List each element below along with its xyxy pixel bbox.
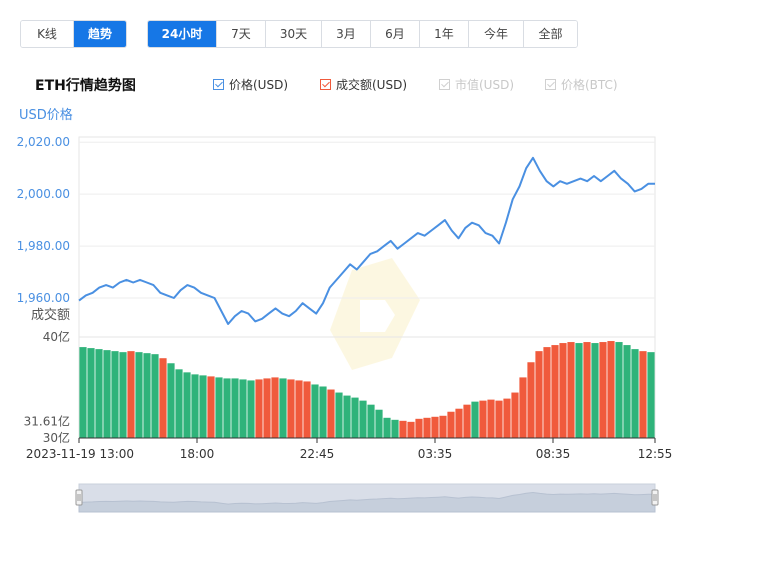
volume-bar bbox=[391, 419, 399, 438]
volume-bar bbox=[319, 386, 327, 438]
volume-bar bbox=[431, 416, 439, 438]
watermark-logo bbox=[330, 258, 420, 370]
volume-bar bbox=[407, 421, 415, 438]
volume-bar bbox=[191, 374, 199, 438]
volume-bar bbox=[103, 350, 111, 438]
price-tick-label: 2,020.00 bbox=[17, 135, 70, 149]
volume-bar bbox=[303, 381, 311, 438]
volume-bar bbox=[295, 380, 303, 438]
volume-bar bbox=[495, 400, 503, 438]
volume-bar bbox=[215, 377, 223, 438]
volume-bar bbox=[439, 415, 447, 438]
volume-bar bbox=[511, 392, 519, 438]
volume-bar bbox=[359, 400, 367, 438]
volume-bar bbox=[535, 351, 543, 438]
volume-bar bbox=[159, 358, 167, 438]
volume-bar bbox=[383, 417, 391, 438]
volume-bar bbox=[231, 378, 239, 438]
volume-bar bbox=[311, 384, 319, 438]
volume-bar bbox=[399, 420, 407, 438]
volume-bar bbox=[479, 400, 487, 438]
x-tick-label: 08:35 bbox=[536, 447, 571, 461]
volume-bar bbox=[255, 379, 263, 438]
volume-bar bbox=[615, 342, 623, 438]
volume-bar bbox=[119, 352, 127, 438]
volume-bar bbox=[223, 378, 231, 438]
volume-bar bbox=[79, 347, 87, 438]
volume-bar bbox=[455, 408, 463, 438]
volume-bar bbox=[151, 354, 159, 438]
volume-bar bbox=[471, 401, 479, 438]
volume-bar bbox=[263, 378, 271, 438]
range-navigator[interactable] bbox=[75, 483, 659, 513]
volume-bar bbox=[207, 376, 215, 438]
volume-bar bbox=[519, 377, 527, 438]
volume-bar bbox=[367, 404, 375, 438]
navigator-left-handle[interactable] bbox=[75, 489, 83, 506]
price-axis-label: USD价格 bbox=[19, 107, 73, 123]
volume-bar bbox=[343, 395, 351, 438]
volume-bar bbox=[631, 349, 639, 438]
volume-bar bbox=[487, 399, 495, 438]
volume-bar bbox=[183, 372, 191, 438]
volume-bar bbox=[143, 353, 151, 438]
x-tick-label: 22:45 bbox=[300, 447, 335, 461]
volume-tick-label: 31.61亿 bbox=[24, 414, 70, 429]
x-tick-label: 03:35 bbox=[418, 447, 453, 461]
volume-bar bbox=[503, 398, 511, 438]
volume-bar bbox=[351, 397, 359, 438]
volume-bar bbox=[239, 379, 247, 438]
volume-bar bbox=[423, 417, 431, 438]
volume-bar bbox=[447, 411, 455, 438]
volume-bar bbox=[559, 343, 567, 438]
volume-bar bbox=[543, 347, 551, 438]
volume-axis-label: 成交额 bbox=[31, 307, 70, 323]
volume-tick-label: 30亿 bbox=[43, 430, 70, 445]
volume-bar bbox=[375, 409, 383, 438]
volume-bar bbox=[599, 342, 607, 438]
volume-bar bbox=[87, 348, 95, 438]
eth-trend-chart: 2,020.00 2,000.00 1,980.00 1,960.00 USD价格成交额… bbox=[17, 107, 673, 513]
volume-bar bbox=[639, 351, 647, 438]
x-tick-label: 2023-11-19 13:00 bbox=[26, 447, 134, 461]
volume-tick-label: 40亿 bbox=[43, 329, 70, 344]
volume-bar bbox=[463, 404, 471, 438]
volume-bar bbox=[575, 343, 583, 438]
price-tick-label: 1,980.00 bbox=[17, 239, 70, 253]
x-tick-label: 18:00 bbox=[180, 447, 215, 461]
volume-bar bbox=[175, 369, 183, 438]
volume-bar bbox=[271, 377, 279, 438]
volume-bar bbox=[135, 352, 143, 438]
volume-bar bbox=[551, 345, 559, 438]
volume-bar bbox=[567, 342, 575, 438]
volume-bar bbox=[607, 341, 615, 438]
price-tick-label: 1,960.00 bbox=[17, 291, 70, 305]
volume-bar bbox=[127, 351, 135, 438]
volume-bar bbox=[647, 352, 655, 438]
volume-bar bbox=[199, 375, 207, 438]
volume-bar bbox=[327, 389, 335, 438]
volume-bar bbox=[623, 345, 631, 438]
volume-bar bbox=[247, 380, 255, 438]
x-tick-label: 12:55 bbox=[638, 447, 673, 461]
volume-bar bbox=[111, 351, 119, 438]
volume-bar bbox=[527, 362, 535, 438]
volume-bar bbox=[335, 392, 343, 438]
volume-bar bbox=[287, 379, 295, 438]
volume-bar bbox=[415, 418, 423, 438]
volume-bar bbox=[167, 363, 175, 438]
volume-bar bbox=[591, 343, 599, 438]
volume-bar bbox=[95, 349, 103, 438]
navigator-right-handle[interactable] bbox=[651, 489, 659, 506]
volume-bar bbox=[583, 342, 591, 438]
price-tick-label: 2,000.00 bbox=[17, 187, 70, 201]
volume-bar bbox=[279, 378, 287, 438]
